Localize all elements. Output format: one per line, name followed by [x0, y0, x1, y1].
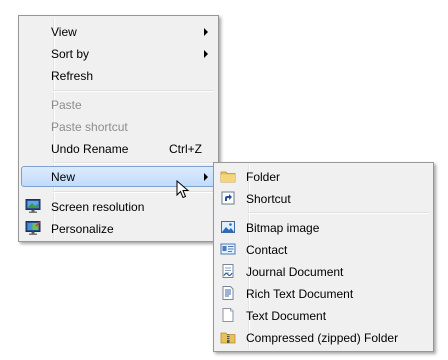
menu-item-view[interactable]: View — [21, 21, 216, 42]
menu-item-paste-shortcut-label: Paste shortcut — [51, 120, 128, 134]
submenu-item-compressed-folder[interactable]: Compressed (zipped) Folder — [216, 327, 431, 348]
bitmap-icon — [221, 221, 235, 233]
menu-item-screen-resolution-label: Screen resolution — [51, 200, 145, 214]
submenu-item-text-document[interactable]: Text Document — [216, 305, 431, 326]
submenu-item-bitmap-image-label: Bitmap image — [246, 221, 320, 235]
menu-item-refresh-label: Refresh — [51, 69, 94, 83]
submenu-item-text-document-label: Text Document — [246, 309, 327, 323]
submenu-item-bitmap-image[interactable]: Bitmap image — [216, 217, 431, 238]
contact-icon — [220, 243, 236, 255]
menu-item-paste-label: Paste — [51, 98, 82, 112]
submenu-item-folder-label: Folder — [246, 170, 281, 184]
shortcut-icon — [221, 191, 235, 205]
menu-item-undo-rename[interactable]: Undo Rename Ctrl+Z — [21, 138, 216, 159]
menu-item-paste[interactable]: Paste — [21, 94, 216, 115]
submenu-item-shortcut[interactable]: Shortcut — [216, 188, 431, 209]
submenu-arrow-icon — [204, 28, 208, 36]
menu-item-undo-rename-label: Undo Rename — [51, 142, 129, 156]
submenu-item-journal-document-label: Journal Document — [246, 265, 344, 279]
zip-folder-icon — [220, 332, 236, 344]
desktop-context-menu: View Sort by Refresh Paste Paste shortcu… — [18, 15, 219, 242]
submenu-item-rich-text-document-label: Rich Text Document — [246, 287, 354, 301]
submenu-item-compressed-folder-label: Compressed (zipped) Folder — [246, 331, 399, 345]
submenu-item-journal-document[interactable]: Journal Document — [216, 261, 431, 282]
submenu-arrow-icon — [204, 173, 208, 181]
personalize-icon — [25, 221, 41, 235]
menu-item-undo-rename-shortcut: Ctrl+Z — [169, 142, 202, 156]
new-submenu: Folder Shortcut Bitmap image Contact Jou… — [213, 162, 434, 352]
submenu-item-contact-label: Contact — [246, 243, 288, 257]
rich-text-icon — [222, 286, 234, 300]
mouse-cursor-icon — [176, 180, 190, 199]
menu-item-sort-by-label: Sort by — [51, 47, 90, 61]
menu-item-personalize[interactable]: Personalize — [21, 218, 216, 239]
journal-icon — [222, 264, 234, 278]
folder-icon — [220, 171, 236, 183]
submenu-item-rich-text-document[interactable]: Rich Text Document — [216, 283, 431, 304]
menu-item-personalize-label: Personalize — [51, 222, 114, 236]
submenu-arrow-icon — [204, 50, 208, 58]
menu-item-refresh[interactable]: Refresh — [21, 65, 216, 86]
menu-separator — [53, 162, 214, 164]
submenu-item-folder[interactable]: Folder — [216, 166, 431, 187]
menu-item-view-label: View — [51, 25, 77, 39]
menu-separator — [248, 212, 429, 214]
text-document-icon — [222, 308, 234, 322]
menu-separator — [53, 90, 214, 92]
menu-item-sort-by[interactable]: Sort by — [21, 43, 216, 64]
submenu-item-contact[interactable]: Contact — [216, 239, 431, 260]
menu-item-paste-shortcut[interactable]: Paste shortcut — [21, 116, 216, 137]
monitor-icon — [25, 199, 41, 213]
menu-item-new-label: New — [51, 170, 76, 184]
submenu-item-shortcut-label: Shortcut — [246, 192, 291, 206]
